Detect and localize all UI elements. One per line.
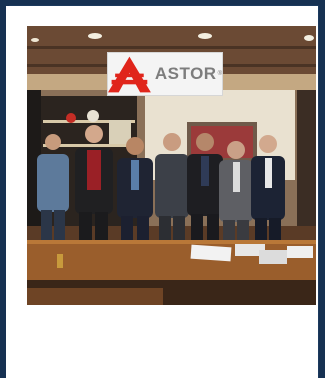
wall-clock	[87, 110, 99, 122]
ceiling-light	[31, 38, 39, 42]
page-frame-right	[319, 0, 325, 378]
registered-mark: ®	[217, 71, 222, 77]
brand-logo-text: ASTOR	[154, 64, 217, 83]
page-frame-top	[0, 0, 325, 5]
post-card: ASTOR ®	[6, 6, 318, 378]
brand-logo: ASTOR ®	[107, 52, 223, 96]
brand-logo-mark-icon	[108, 56, 151, 92]
document	[287, 246, 313, 258]
trophy	[66, 113, 76, 123]
ceiling-light	[88, 33, 102, 39]
meeting-photo: ASTOR ®	[27, 26, 316, 305]
water-bottle	[57, 254, 63, 268]
ceiling-light	[198, 33, 212, 39]
document	[259, 250, 287, 264]
ceiling-light	[304, 35, 314, 41]
document	[190, 244, 232, 262]
